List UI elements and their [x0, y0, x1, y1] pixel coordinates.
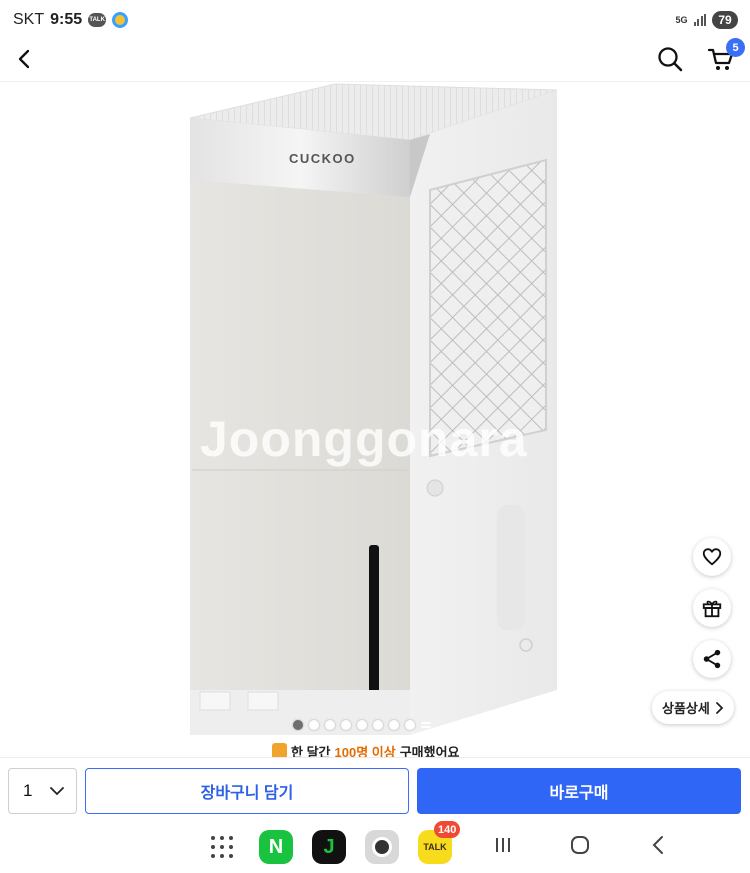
- cart-button[interactable]: 5: [702, 38, 745, 78]
- product-image-carousel[interactable]: CUCKOO Joonggonara: [0, 82, 750, 742]
- joonggonara-app-icon[interactable]: J: [312, 830, 346, 864]
- product-detail-label: 상품상세: [662, 701, 710, 716]
- cart-count-badge: 5: [726, 38, 745, 57]
- pagination-dot[interactable]: [293, 720, 303, 730]
- carrier: SKT: [13, 11, 45, 28]
- location-notification-icon: [112, 12, 129, 28]
- recent-apps-button[interactable]: [491, 833, 515, 857]
- pagination-dot[interactable]: [373, 720, 383, 730]
- chevron-right-icon: [715, 701, 724, 714]
- app-drawer-icon[interactable]: [204, 829, 240, 865]
- carousel-pagination: [293, 720, 431, 730]
- chevron-down-icon: [50, 787, 64, 796]
- app-header: 5: [0, 34, 750, 82]
- pagination-dot[interactable]: [389, 720, 399, 730]
- heart-icon: [702, 548, 722, 566]
- wishlist-button[interactable]: [693, 538, 731, 576]
- camera-app-icon[interactable]: [365, 830, 399, 864]
- kakaotalk-notification-icon: TALK: [88, 13, 107, 27]
- kakaotalk-label: TALK: [423, 842, 447, 852]
- kakaotalk-badge: 140: [434, 821, 461, 838]
- pagination-dot[interactable]: [309, 720, 319, 730]
- back-button[interactable]: [6, 40, 44, 78]
- pagination-dot[interactable]: [405, 720, 415, 730]
- watermark: Joonggonara: [200, 411, 528, 467]
- share-icon: [703, 649, 721, 669]
- quantity-select[interactable]: 1: [8, 768, 77, 814]
- network-type: 5G: [675, 14, 688, 25]
- gift-icon: [702, 600, 722, 618]
- buy-now-button[interactable]: 바로구매: [417, 768, 741, 814]
- brand-logo: CUCKOO: [289, 151, 356, 166]
- purchase-bar: 1 장바구니 담기 바로구매: [0, 757, 750, 817]
- pagination-more-icon: [421, 722, 431, 728]
- product-detail-button[interactable]: 상품상세: [652, 691, 734, 724]
- naver-app-icon[interactable]: N: [259, 830, 293, 864]
- pagination-dot[interactable]: [341, 720, 351, 730]
- add-to-cart-button[interactable]: 장바구니 담기: [85, 768, 409, 814]
- system-nav-bar: N J TALK 140: [0, 817, 750, 873]
- home-button[interactable]: [568, 833, 592, 857]
- recent-apps-icon: [496, 838, 510, 852]
- search-button[interactable]: [651, 40, 689, 78]
- search-icon: [658, 47, 683, 72]
- system-back-button[interactable]: [646, 833, 670, 857]
- clock: 9:55: [50, 11, 83, 28]
- signal-icon: [693, 14, 706, 26]
- kakaotalk-app-icon[interactable]: TALK 140: [418, 821, 461, 864]
- pagination-dot[interactable]: [357, 720, 367, 730]
- gift-button[interactable]: [693, 589, 731, 627]
- quantity-value: 1: [23, 781, 33, 800]
- home-icon: [571, 836, 589, 854]
- battery-indicator: 79: [712, 11, 738, 29]
- share-button[interactable]: [693, 640, 731, 678]
- pagination-dot[interactable]: [325, 720, 335, 730]
- chevron-left-icon: [18, 49, 30, 69]
- back-icon: [652, 836, 663, 854]
